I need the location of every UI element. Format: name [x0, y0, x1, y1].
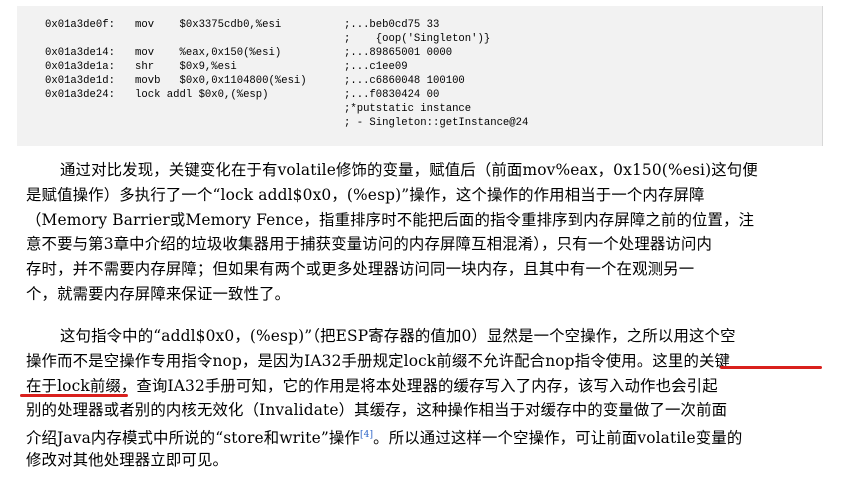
code-comment: ; - Singleton::getInstance@24 — [344, 117, 529, 129]
text-line: 通过对比发现，关键变化在于有volatile修饰的变量，赋值后（前面mov%ea… — [60, 161, 758, 179]
text-line: 修改对其他处理器立即可见。 — [26, 450, 229, 469]
code-comment: ;...beb0cd75 33 — [344, 19, 440, 31]
text-line: 个，就需要内存屏障来保证一致性了。 — [26, 284, 291, 303]
code-address: 0x01a3de1d: — [45, 75, 115, 87]
code-comment: ;...c6860048 100100 — [344, 75, 465, 87]
red-underline-annotation — [720, 366, 822, 369]
code-comment: ; {oop('Singleton')} — [344, 33, 491, 45]
code-address: 0x01a3de0f: — [45, 19, 115, 31]
text-line: 介绍Java内存模式中所说的“store和write”操作[4]。所以通过这样一… — [26, 423, 826, 448]
code-comment: ;...89865001 0000 — [344, 47, 453, 59]
code-address: 0x01a3de1a: — [45, 61, 115, 73]
red-underline-annotation — [20, 394, 128, 397]
body-paragraph-2: 这句指令中的“addl$0x0，(%esp)”（把ESP寄存器的值加0）显然是一… — [26, 324, 826, 473]
text-segment: 。所以通过这样一个空操作，可让前面volatile变量的 — [373, 429, 743, 448]
reference-link[interactable]: [4] — [360, 430, 373, 440]
code-instruction: movb $0x0,0x1104800(%esi) — [135, 75, 307, 87]
code-instruction: shr $0x9,%esi — [135, 61, 237, 73]
text-line: （Memory Barrier或Memory Fence，指重排序时不能把后面的… — [26, 210, 755, 229]
text-line: 在于lock前缀，查询IA32手册可知，它的作用是将本处理器的缓存写入了内存，该… — [26, 376, 718, 395]
code-instruction: lock addl $0x0,(%esp) — [135, 89, 269, 101]
code-comment: ;...f0830424 00 — [344, 89, 440, 101]
text-line: 别的处理器或者别的内核无效化（Invalidate）其缓存，这种操作相当于对缓存… — [26, 401, 728, 420]
text-line: 这句指令中的“addl$0x0，(%esp)”（把ESP寄存器的值加0）显然是一… — [60, 327, 736, 345]
code-address: 0x01a3de14: — [45, 47, 115, 59]
text-line: 操作而不是空操作专用指令nop，是因为IA32手册规定lock前缀不允许配合no… — [26, 351, 731, 370]
body-paragraph-1: 通过对比发现，关键变化在于有volatile修饰的变量，赋值后（前面mov%ea… — [26, 158, 826, 307]
code-address: 0x01a3de24: — [45, 89, 115, 101]
code-instruction: mov %eax,0x150(%esi) — [135, 47, 282, 59]
text-line: 是赋值操作）多执行了一个“lock addl$0x0，(%esp)”操作，这个操… — [26, 185, 705, 204]
text-line: 意不要与第3章中介绍的垃圾收集器用于捕获变量访问的内存屏障互相混淆），只有一个处… — [26, 235, 713, 254]
text-segment: 介绍Java内存模式中所说的“store和write”操作 — [26, 429, 360, 448]
code-listing: 0x01a3de0f: mov $0x3375cdb0,%esi ;...beb… — [17, 6, 823, 146]
code-instruction: mov $0x3375cdb0,%esi — [135, 19, 282, 31]
text-line: 存时，并不需要内存屏障；但如果有两个或更多处理器访问同一块内存，且其中有一个在观… — [26, 260, 695, 279]
code-comment: ;*putstatic instance — [344, 103, 472, 115]
code-comment: ;...c1ee09 — [344, 61, 408, 73]
code-line: ; - Singleton::getInstance@24 — [45, 117, 528, 156]
